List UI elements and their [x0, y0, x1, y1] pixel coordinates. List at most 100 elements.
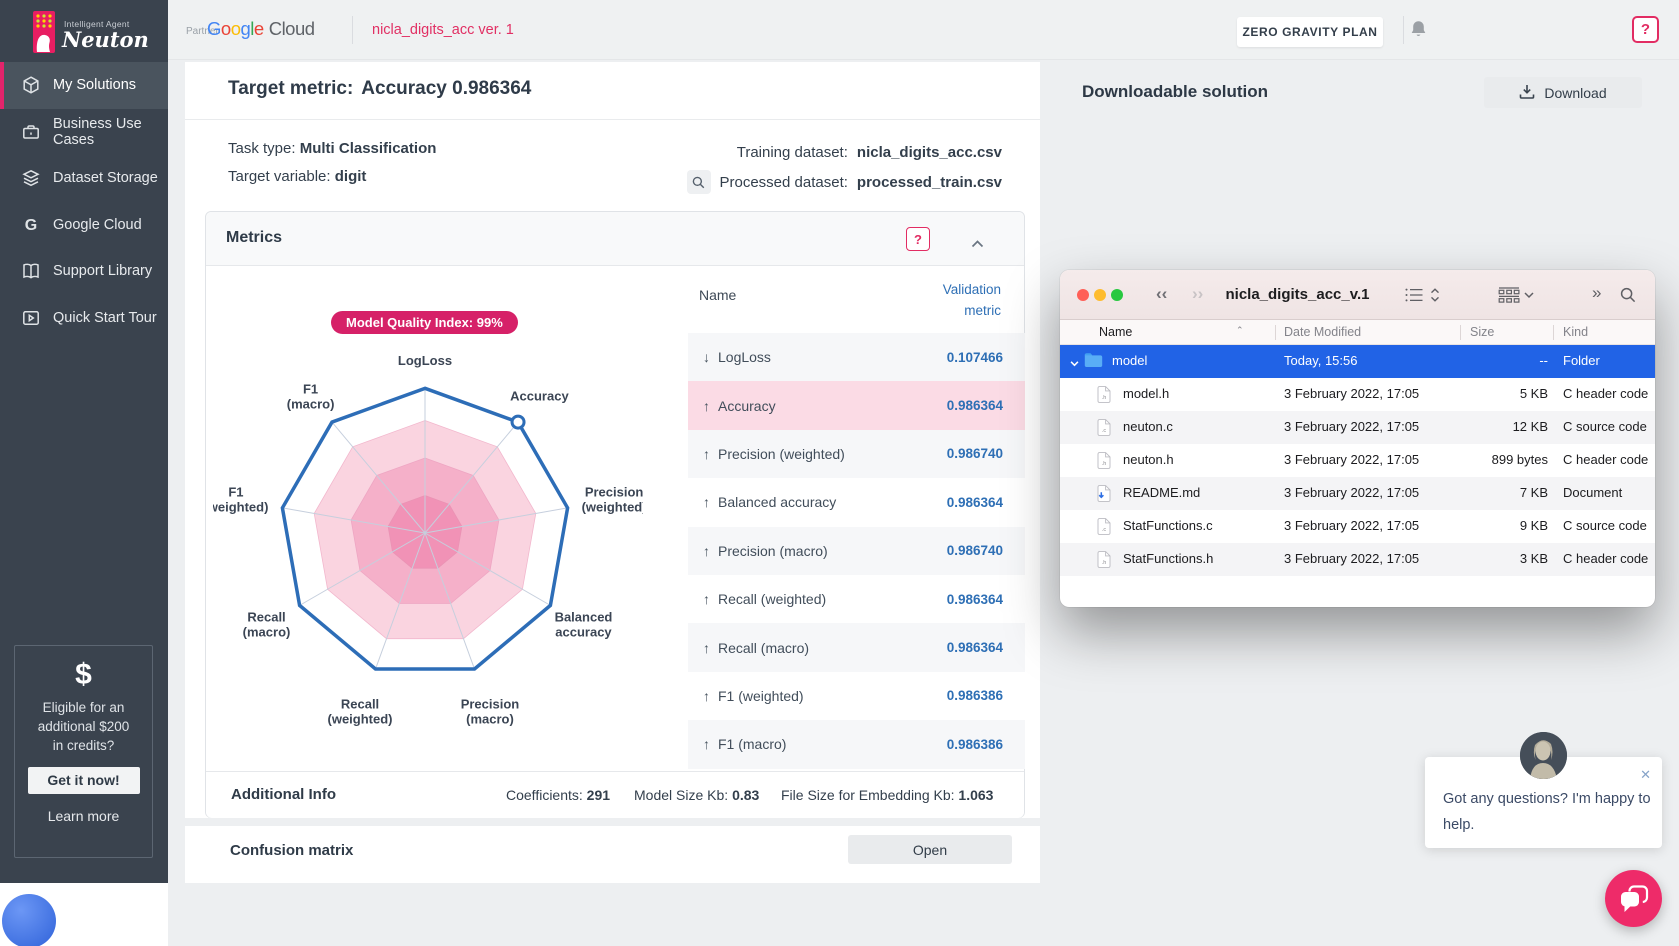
minimize-window-button[interactable]: [1094, 289, 1106, 301]
file-icon: .h: [1097, 386, 1111, 406]
metric-value: 0.107466: [947, 350, 1003, 365]
metric-row-precision-macro[interactable]: ↑Precision (macro)0.986740: [688, 527, 1025, 575]
file-row-statfunctions-c[interactable]: .cStatFunctions.c3 February 2022, 17:059…: [1060, 510, 1655, 543]
finder-window[interactable]: ‹‹ ›› nicla_digits_acc_v.1 » Name ⌃ Date…: [1060, 270, 1655, 607]
column-date-modified[interactable]: Date Modified: [1284, 325, 1361, 339]
column-header-validation-metric[interactable]: Validation metric: [943, 279, 1001, 321]
metric-row-accuracy[interactable]: ↑Accuracy0.986364: [688, 381, 1025, 429]
folder-icon: [1084, 353, 1103, 370]
zoom-window-button[interactable]: [1111, 289, 1123, 301]
sidebar-item-my-solutions[interactable]: My Solutions: [0, 62, 168, 109]
chevron-down-icon[interactable]: [1524, 292, 1534, 299]
metrics-help-button[interactable]: ?: [906, 227, 930, 251]
metric-name: ↑Precision (macro): [703, 543, 828, 559]
file-kind: C header code: [1563, 452, 1648, 467]
file-size: 9 KB: [1420, 518, 1548, 533]
file-row-neuton-c[interactable]: .cneuton.c3 February 2022, 17:0512 KBC s…: [1060, 411, 1655, 444]
file-row-neuton-h[interactable]: .hneuton.h3 February 2022, 17:05899 byte…: [1060, 444, 1655, 477]
close-icon[interactable]: ✕: [1640, 767, 1651, 783]
column-kind[interactable]: Kind: [1563, 325, 1588, 339]
metric-name: ↑Recall (macro): [703, 640, 809, 656]
metric-row-precision-weighted[interactable]: ↑Precision (weighted)0.986740: [688, 430, 1025, 478]
file-row-readme-md[interactable]: README.md3 February 2022, 17:057 KBDocum…: [1060, 477, 1655, 510]
sidebar-menu: My Solutions Business Use CasesDataset St…: [0, 62, 168, 341]
corner-widget[interactable]: [2, 894, 56, 946]
metric-label: Precision (weighted): [718, 446, 845, 462]
more-toolbar-items-icon[interactable]: »: [1592, 283, 1601, 303]
file-name: neuton.c: [1123, 419, 1173, 434]
file-row-model[interactable]: modelToday, 15:56--Folder: [1060, 345, 1655, 378]
metric-label: Balanced accuracy: [718, 494, 836, 510]
column-name[interactable]: Name: [1099, 325, 1132, 339]
list-view-icon[interactable]: [1405, 288, 1423, 302]
chat-bubble-button[interactable]: [1605, 870, 1662, 927]
collapse-chevron-icon[interactable]: [971, 235, 984, 253]
sidebar-item-label: My Solutions: [53, 77, 136, 93]
credits-promo-box: $ Eligible for an additional $200 in cre…: [14, 645, 153, 858]
metric-label: F1 (weighted): [718, 688, 804, 704]
metric-row-balanced-accuracy[interactable]: ↑Balanced accuracy0.986364: [688, 478, 1025, 526]
sidebar-item-google-cloud[interactable]: GGoogle Cloud: [0, 202, 168, 249]
help-button[interactable]: ?: [1632, 16, 1659, 43]
svg-text:G: G: [25, 217, 37, 234]
metric-name: ↑Accuracy: [703, 398, 776, 414]
finder-window-title: nicla_digits_acc_v.1: [1215, 286, 1380, 303]
sidebar-item-dataset-storage[interactable]: Dataset Storage: [0, 155, 168, 202]
metric-row-recall-macro[interactable]: ↑Recall (macro) 0.986364: [688, 623, 1025, 671]
search-icon[interactable]: [1620, 287, 1636, 303]
metric-value: 0.986364: [947, 640, 1003, 655]
svg-text:.h: .h: [1102, 560, 1107, 566]
sidebar-item-support-library[interactable]: Support Library: [0, 248, 168, 295]
sort-arrows-icon[interactable]: [1430, 288, 1440, 302]
back-button[interactable]: ‹‹: [1156, 284, 1167, 304]
file-row-statfunctions-h[interactable]: .hStatFunctions.h3 February 2022, 17:053…: [1060, 543, 1655, 576]
file-size: 7 KB: [1420, 485, 1548, 500]
plan-button[interactable]: ZERO GRAVITY PLAN: [1237, 17, 1383, 47]
file-name: model.h: [1123, 386, 1169, 401]
learn-more-link[interactable]: Learn more: [15, 808, 152, 824]
metric-row-f1-weighted[interactable]: ↑F1 (weighted)0.986386: [688, 672, 1025, 720]
search-dataset-icon[interactable]: [687, 170, 711, 194]
divider: [185, 119, 1040, 120]
metric-row-recall-weighted[interactable]: ↑Recall (weighted)0.986364: [688, 575, 1025, 623]
forward-button[interactable]: ››: [1192, 284, 1203, 304]
file-date: 3 February 2022, 17:05: [1284, 518, 1419, 533]
metrics-panel: Metrics ? Model Quality Index: 99% LogLo…: [205, 211, 1025, 818]
arrow-up-icon: ↑: [703, 736, 710, 752]
training-dataset: Training dataset:nicla_digits_acc.csv: [687, 140, 1003, 164]
file-kind: C source code: [1563, 518, 1647, 533]
radar-chart-svg: LogLossAccuracyPrecision(weighted)Balanc…: [213, 279, 643, 739]
download-button[interactable]: Download: [1484, 77, 1642, 108]
sidebar-item-business-use-cases[interactable]: Business Use Cases: [0, 109, 168, 156]
metric-value: 0.986386: [947, 737, 1003, 752]
disclosure-chevron-icon[interactable]: [1070, 355, 1079, 370]
file-size: 5 KB: [1420, 386, 1548, 401]
metric-row-logloss[interactable]: ↓LogLoss0.107466: [688, 333, 1025, 381]
open-confusion-matrix-button[interactable]: Open: [848, 835, 1012, 864]
play-icon: [21, 308, 41, 328]
file-icon: .c: [1097, 518, 1111, 538]
task-type: Task type: Multi Classification: [228, 140, 436, 157]
metric-name: ↑F1 (weighted): [703, 688, 804, 704]
layers-icon: [21, 168, 41, 188]
logo-title: Neuton: [62, 27, 149, 52]
axis-label-recall-macro: Recall(macro): [243, 610, 291, 640]
metric-label: Precision (macro): [718, 543, 828, 559]
get-it-now-button[interactable]: Get it now!: [28, 767, 140, 794]
neuton-logo-icon: [33, 11, 55, 53]
notifications-bell-icon[interactable]: [1410, 20, 1427, 44]
sidebar-item-label: Support Library: [53, 263, 152, 279]
file-kind: C source code: [1563, 419, 1647, 434]
sidebar-item-quick-start-tour[interactable]: Quick Start Tour: [0, 295, 168, 342]
close-window-button[interactable]: [1077, 289, 1089, 301]
metric-row-f1-macro[interactable]: ↑F1 (macro)0.986386: [688, 720, 1025, 768]
column-size[interactable]: Size: [1470, 325, 1494, 339]
neuton-logo[interactable]: Intelligent Agent Neuton: [0, 0, 168, 62]
metric-value: 0.986364: [947, 592, 1003, 607]
arrow-up-icon: ↑: [703, 591, 710, 607]
metric-value: 0.986740: [947, 446, 1003, 461]
file-size: 12 KB: [1420, 419, 1548, 434]
file-row-model-h[interactable]: .hmodel.h3 February 2022, 17:055 KBC hea…: [1060, 378, 1655, 411]
file-size: 899 bytes: [1420, 452, 1548, 467]
group-view-icon[interactable]: [1498, 287, 1520, 303]
